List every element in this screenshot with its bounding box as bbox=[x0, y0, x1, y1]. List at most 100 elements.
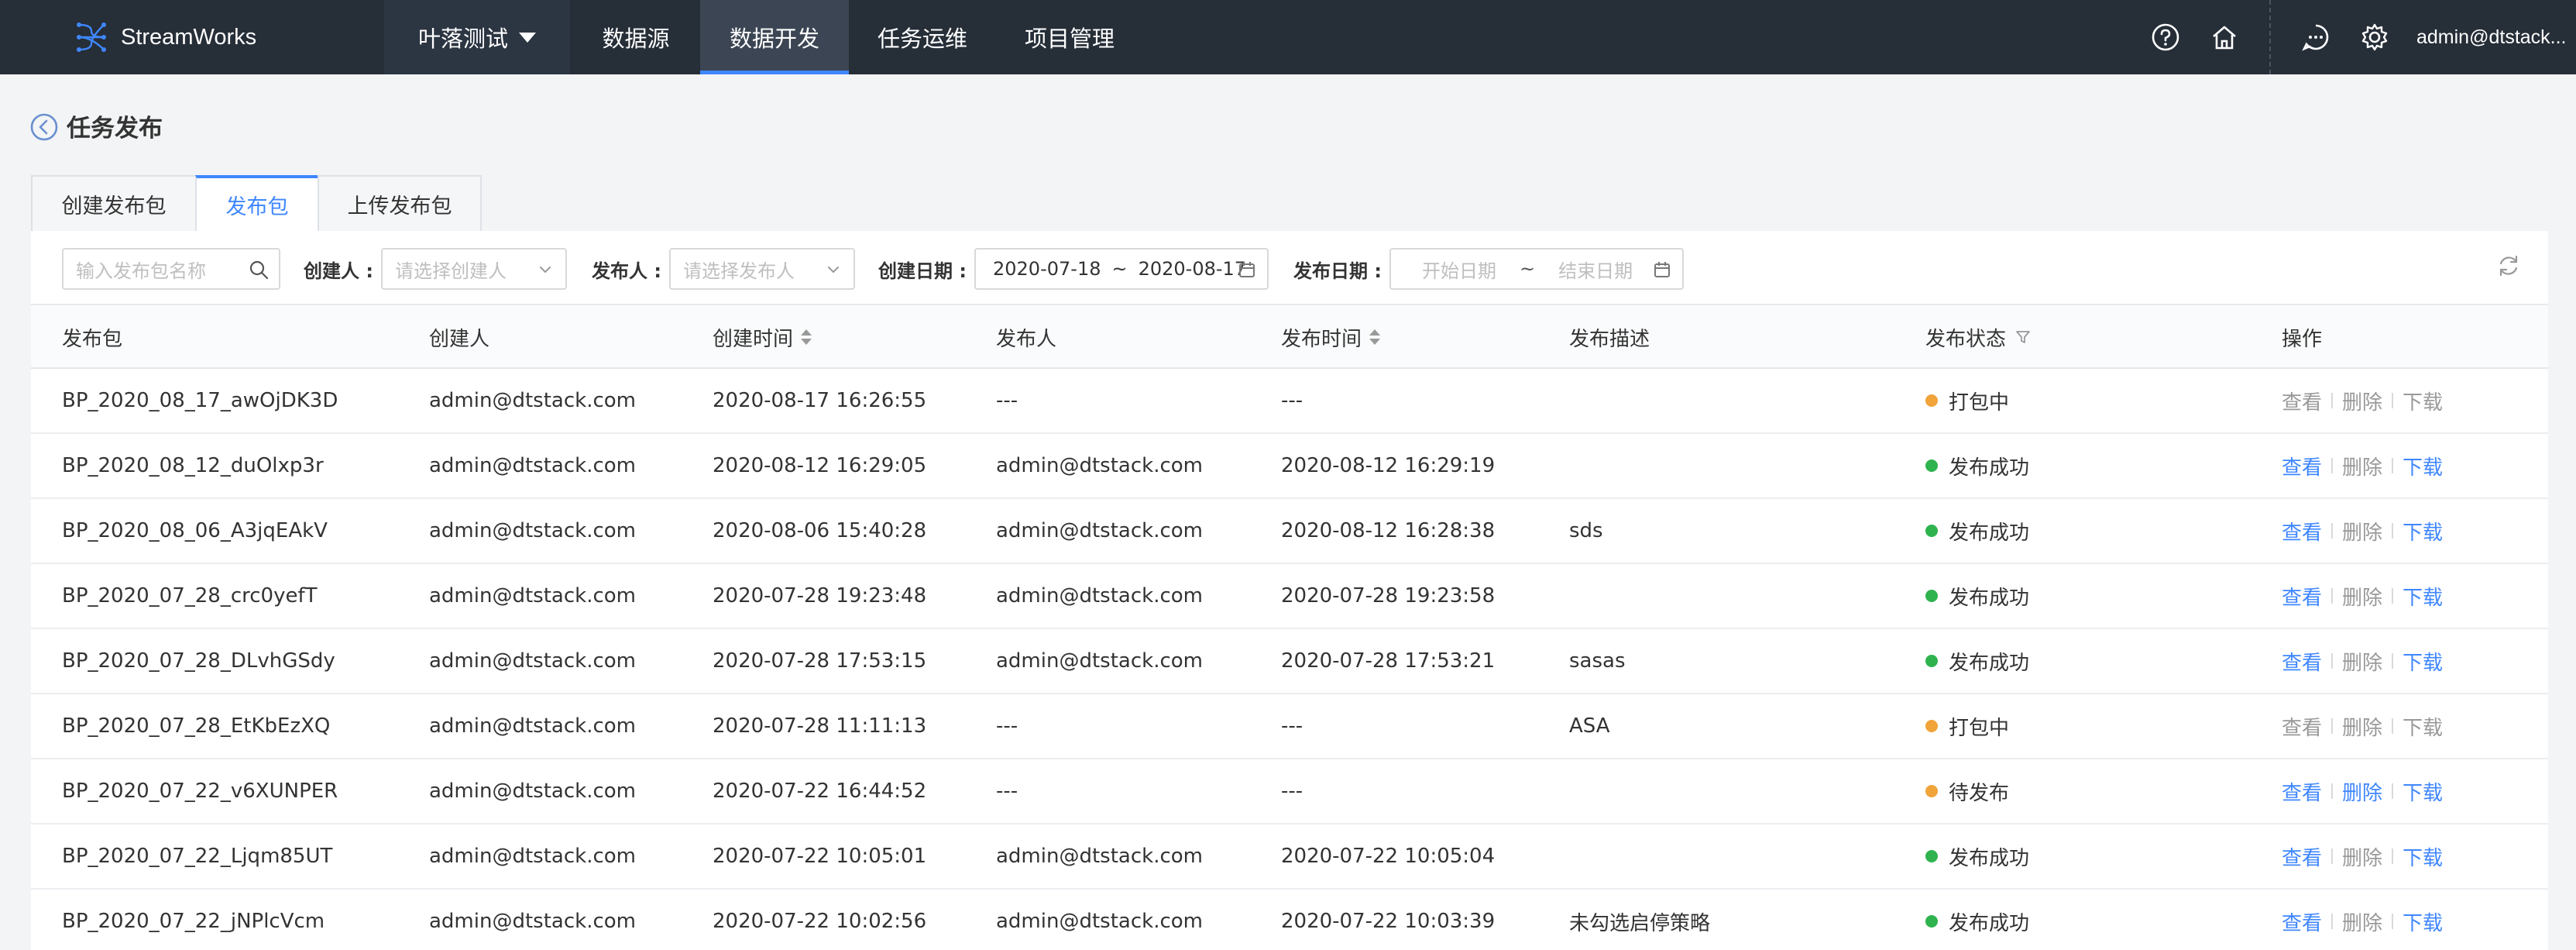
creator-select[interactable]: 请选择创建人 bbox=[381, 248, 567, 290]
delete-action[interactable]: 删除 bbox=[2342, 712, 2382, 741]
view-action[interactable]: 查看 bbox=[2282, 907, 2322, 936]
nav-item-task-operations[interactable]: 任务运维 bbox=[864, 0, 981, 74]
cell-published-time: 2020-07-28 17:53:21 bbox=[1281, 649, 1496, 673]
cell-publisher: admin@dtstack.com bbox=[996, 845, 1203, 868]
col-header-status-label: 发布状态 bbox=[1925, 327, 2007, 351]
view-action[interactable]: 查看 bbox=[2282, 712, 2322, 741]
download-action[interactable]: 下载 bbox=[2403, 387, 2443, 415]
cell-actions: 查看 删除 下载 bbox=[2282, 369, 2443, 432]
back-arrow-icon[interactable] bbox=[29, 112, 59, 142]
cell-published-time: 2020-07-28 19:23:58 bbox=[1281, 584, 1496, 608]
tab-create-package[interactable]: 创建发布包 bbox=[31, 175, 197, 231]
cell-package-name: BP_2020_07_28_DLvhGSdy bbox=[62, 649, 335, 673]
cell-creator: admin@dtstack.com bbox=[429, 910, 636, 933]
cell-publisher: admin@dtstack.com bbox=[996, 454, 1203, 477]
download-action[interactable]: 下载 bbox=[2403, 712, 2443, 741]
cell-status: 发布成功 bbox=[1925, 824, 2029, 888]
view-action[interactable]: 查看 bbox=[2282, 517, 2322, 546]
cell-status: 发布成功 bbox=[1925, 564, 2029, 628]
delete-action[interactable]: 删除 bbox=[2342, 582, 2382, 611]
creator-placeholder: 请选择创建人 bbox=[395, 260, 507, 282]
view-action[interactable]: 查看 bbox=[2282, 582, 2322, 611]
chevron-down-icon bbox=[823, 259, 844, 281]
help-icon[interactable] bbox=[2150, 22, 2181, 53]
col-header-published-time[interactable]: 发布时间 bbox=[1281, 305, 1381, 369]
delete-action[interactable]: 删除 bbox=[2342, 647, 2382, 676]
status-dot bbox=[1925, 915, 1938, 928]
cell-published-time: 2020-07-22 10:03:39 bbox=[1281, 910, 1496, 933]
cell-status: 发布成功 bbox=[1925, 890, 2029, 950]
status-dot bbox=[1925, 720, 1938, 732]
cell-actions: 查看 删除 下载 bbox=[2282, 759, 2443, 823]
download-action[interactable]: 下载 bbox=[2403, 647, 2443, 676]
cell-package-name: BP_2020_08_12_duOlxp3r bbox=[62, 454, 324, 477]
col-header-publisher: 发布人 bbox=[996, 327, 1057, 351]
filter-icon[interactable] bbox=[2014, 328, 2032, 346]
cell-creator: admin@dtstack.com bbox=[429, 780, 636, 803]
cell-status: 待发布 bbox=[1925, 759, 2009, 823]
delete-action[interactable]: 删除 bbox=[2342, 842, 2382, 871]
action-divider bbox=[2331, 393, 2334, 408]
cell-package-name: BP_2020_08_17_awOjDK3D bbox=[62, 389, 338, 412]
cell-created-time: 2020-07-22 16:44:52 bbox=[713, 780, 927, 803]
action-divider bbox=[2392, 653, 2394, 669]
cell-creator: admin@dtstack.com bbox=[429, 519, 636, 542]
cell-actions: 查看 删除 下载 bbox=[2282, 564, 2443, 628]
cell-creator: admin@dtstack.com bbox=[429, 714, 636, 738]
cell-creator: admin@dtstack.com bbox=[429, 845, 636, 868]
download-action[interactable]: 下载 bbox=[2403, 842, 2443, 871]
user-account[interactable]: admin@dtstack... bbox=[2416, 0, 2576, 74]
create-date-range-picker[interactable]: 2020-07-18 ~ 2020-08-17 bbox=[974, 248, 1269, 290]
cell-published-time: --- bbox=[1281, 780, 1303, 803]
tab-upload-package[interactable]: 上传发布包 bbox=[318, 175, 482, 231]
table-row: BP_2020_07_22_v6XUNPER admin@dtstack.com 2… bbox=[31, 759, 2548, 824]
package-search-input[interactable]: 输入发布包名称 bbox=[62, 248, 280, 290]
cell-creator: admin@dtstack.com bbox=[429, 649, 636, 673]
delete-action[interactable]: 删除 bbox=[2342, 517, 2382, 546]
refresh-icon[interactable] bbox=[2495, 253, 2522, 279]
sort-icon[interactable] bbox=[1369, 329, 1381, 345]
publish-date-range-picker[interactable]: 开始日期 ~ 结束日期 bbox=[1389, 248, 1684, 290]
topbar-divider bbox=[2269, 0, 2271, 74]
filter-bar: 输入发布包名称 创建人 : 请选择创建人 发布人 : 请选择发布人 创建日期 :… bbox=[31, 231, 2548, 304]
cell-created-time: 2020-07-22 10:05:01 bbox=[713, 845, 927, 868]
create-date-label: 创建日期 : bbox=[878, 260, 967, 282]
sort-icon[interactable] bbox=[801, 329, 812, 345]
download-action[interactable]: 下载 bbox=[2403, 452, 2443, 480]
gear-icon[interactable] bbox=[2359, 22, 2390, 53]
nav-item-project-management[interactable]: 项目管理 bbox=[1012, 0, 1128, 74]
project-selector[interactable]: 叶落测试 bbox=[384, 0, 570, 74]
download-action[interactable]: 下载 bbox=[2403, 582, 2443, 611]
message-icon[interactable] bbox=[2300, 22, 2331, 53]
col-header-created-time[interactable]: 创建时间 bbox=[713, 305, 812, 369]
action-divider bbox=[2392, 458, 2394, 473]
view-action[interactable]: 查看 bbox=[2282, 842, 2322, 871]
delete-action[interactable]: 删除 bbox=[2342, 387, 2382, 415]
view-action[interactable]: 查看 bbox=[2282, 777, 2322, 806]
view-action[interactable]: 查看 bbox=[2282, 647, 2322, 676]
action-divider bbox=[2331, 848, 2334, 864]
action-divider bbox=[2392, 523, 2394, 539]
range-separator: ~ bbox=[1520, 258, 1536, 280]
download-action[interactable]: 下载 bbox=[2403, 777, 2443, 806]
delete-action[interactable]: 删除 bbox=[2342, 452, 2382, 480]
view-action[interactable]: 查看 bbox=[2282, 387, 2322, 415]
calendar-icon bbox=[1236, 259, 1258, 281]
delete-action[interactable]: 删除 bbox=[2342, 907, 2382, 936]
download-action[interactable]: 下载 bbox=[2403, 907, 2443, 936]
col-header-status[interactable]: 发布状态 bbox=[1925, 305, 2032, 369]
publisher-select[interactable]: 请选择发布人 bbox=[669, 248, 855, 290]
cell-created-time: 2020-07-22 10:02:56 bbox=[713, 910, 927, 933]
status-label: 发布成功 bbox=[1949, 521, 2030, 545]
view-action[interactable]: 查看 bbox=[2282, 452, 2322, 480]
delete-action[interactable]: 删除 bbox=[2342, 777, 2382, 806]
download-action[interactable]: 下载 bbox=[2403, 517, 2443, 546]
tab-packages[interactable]: 发布包 bbox=[195, 175, 319, 231]
cell-package-name: BP_2020_08_06_A3jqEAkV bbox=[62, 519, 328, 542]
table-row: BP_2020_08_12_duOlxp3r admin@dtstack.com 2… bbox=[31, 434, 2548, 499]
nav-item-data-development[interactable]: 数据开发 bbox=[700, 0, 849, 74]
home-icon[interactable] bbox=[2209, 22, 2240, 53]
brand-logo[interactable]: StreamWorks bbox=[74, 0, 256, 74]
publish-date-end-placeholder: 结束日期 bbox=[1558, 260, 1633, 282]
nav-item-datasource[interactable]: 数据源 bbox=[586, 0, 686, 74]
